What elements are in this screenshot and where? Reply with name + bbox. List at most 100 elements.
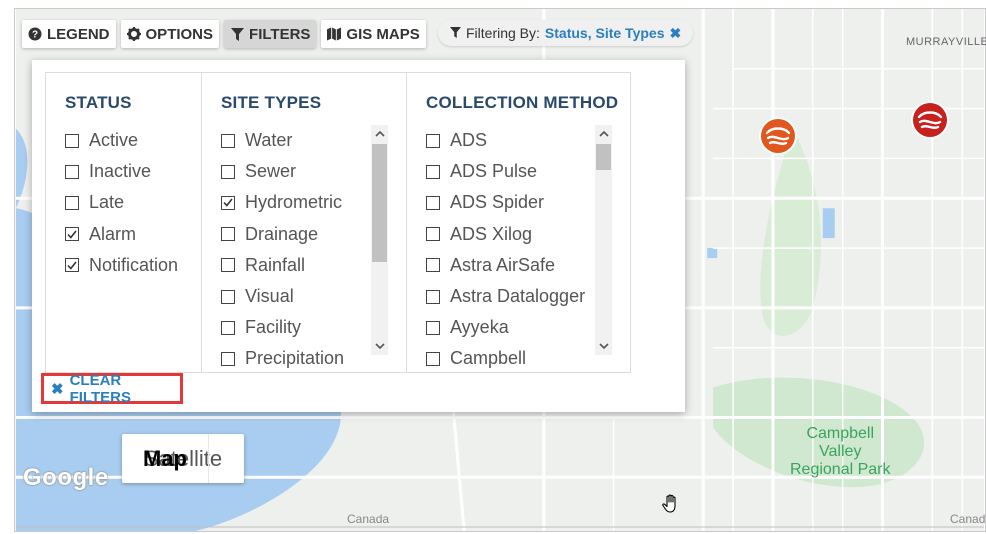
filter-option[interactable]: Ayyeka [426,312,590,343]
gis-maps-button[interactable]: GIS MAPS [321,20,426,48]
check-icon [67,230,77,239]
options-label: OPTIONS [145,25,214,43]
scroll-down-icon[interactable] [595,337,612,355]
filter-option-label: Ayyeka [450,317,509,338]
collection-method-scrollbar[interactable] [595,125,612,355]
status-column: STATUS Active Inactive Late Alarm Notificati… [46,73,202,372]
gear-icon [126,27,141,41]
checkbox-checked[interactable] [65,258,79,273]
checkbox-checked[interactable] [65,227,79,242]
svg-text:?: ? [32,30,38,41]
filter-option[interactable]: ADS [426,125,590,156]
filter-option[interactable]: Alarm [65,219,201,250]
site-types-title: SITE TYPES [221,93,322,112]
filter-option-label: Campbell [450,348,527,369]
check-icon [223,198,233,208]
checkbox-unchecked[interactable] [426,164,440,179]
checkbox-unchecked[interactable] [426,227,440,242]
map-toolbar: ? LEGEND OPTIONS FILTERS GIS MAPS [22,20,426,48]
filter-option-label: Drainage [245,223,319,244]
filter-option[interactable]: ADS Spider [426,187,590,218]
checkbox-unchecked[interactable] [221,227,235,242]
map-type-control: Map Satellite [122,434,244,483]
collection-method-column: COLLECTION METHOD ADS ADS Pulse ADS Spider… [407,73,630,372]
active-filters-pill[interactable]: Filtering By: Status, Site Types ✖ [438,20,694,46]
filter-option-label: Facility [245,317,302,338]
hand-cursor-icon [662,494,676,513]
checkbox-unchecked[interactable] [221,133,235,148]
status-title: STATUS [65,93,132,112]
collection-method-list[interactable]: ADS ADS Pulse ADS Spider ADS Xilog Astra Air… [426,125,590,372]
filter-option-label: ADS Pulse [450,161,538,182]
filter-option-label: Astra Datalogger [450,286,586,307]
filter-option-label: ADS Spider [450,192,545,213]
checkbox-unchecked[interactable] [426,351,440,366]
checkbox-unchecked[interactable] [65,195,79,210]
checkbox-unchecked[interactable] [426,289,440,304]
legend-button[interactable]: ? LEGEND [22,20,116,48]
filtering-by-label: Filtering By: [466,25,540,41]
collection-method-scroll-thumb[interactable] [596,144,611,170]
filter-option-label: ADS [450,130,488,151]
filter-option[interactable]: Facility [221,312,366,343]
filter-option[interactable]: Water [221,125,366,156]
checkbox-unchecked[interactable] [426,320,440,335]
site-types-scrollbar[interactable] [371,125,388,355]
site-marker-red[interactable] [910,100,950,140]
checkbox-unchecked[interactable] [426,195,440,210]
filter-option-label: Inactive [89,161,152,182]
checkbox-unchecked[interactable] [221,289,235,304]
checkbox-unchecked[interactable] [221,351,235,366]
checkbox-checked[interactable] [221,195,235,210]
scroll-up-icon[interactable] [595,125,612,143]
filter-option[interactable]: Precipitation [221,343,366,372]
filters-label: FILTERS [249,25,311,43]
filter-option[interactable]: ADS Xilog [426,219,590,250]
filter-option-label: Water [245,130,293,151]
scroll-down-icon[interactable] [371,337,388,355]
country-label-right: Canad [950,512,986,526]
map-type-map-button[interactable]: Map [122,434,209,483]
checkbox-unchecked[interactable] [65,164,79,179]
filters-button[interactable]: FILTERS [224,20,317,48]
filter-option[interactable]: Hydrometric [221,187,366,218]
country-label-left: Canada [347,512,390,526]
filter-option-label: Rainfall [245,254,306,275]
scroll-up-icon[interactable] [371,125,388,143]
gis-maps-label: GIS MAPS [346,25,420,43]
filter-option[interactable]: Notification [65,250,201,281]
status-list: Active Inactive Late Alarm Notification [65,125,201,372]
site-types-list[interactable]: Water Sewer Hydrometric Drainage Rainfall Vis… [221,125,366,372]
map-icon [327,27,342,41]
filter-option[interactable]: Inactive [65,156,201,187]
google-logo: Google [23,464,109,491]
checkbox-unchecked[interactable] [426,258,440,273]
clear-filters-label: CLEAR FILTERS [69,371,131,406]
town-label: MURRAYVILLE [906,36,986,48]
filter-option[interactable]: Astra Datalogger [426,281,590,312]
filter-option[interactable]: Visual [221,281,366,312]
filter-option[interactable]: Astra AirSafe [426,250,590,281]
checkbox-unchecked[interactable] [221,164,235,179]
checkbox-unchecked[interactable] [221,320,235,335]
options-button[interactable]: OPTIONS [120,20,220,48]
filter-option-label: Notification [89,254,179,275]
filter-option[interactable]: Sewer [221,156,366,187]
remove-filters-icon[interactable]: ✖ [669,25,681,42]
filter-option[interactable]: Drainage [221,219,366,250]
checkbox-unchecked[interactable] [65,133,79,148]
filter-option[interactable]: Rainfall [221,250,366,281]
checkbox-unchecked[interactable] [221,258,235,273]
filter-columns: STATUS Active Inactive Late Alarm Notificati… [45,72,631,373]
filter-option[interactable]: ADS Pulse [426,156,590,187]
legend-label: LEGEND [47,25,110,43]
funnel-icon [230,27,244,41]
filter-option[interactable]: Late [65,187,201,218]
site-types-scroll-thumb[interactable] [372,144,387,262]
clear-filters-button[interactable]: ✖ CLEAR FILTERS [41,371,183,406]
site-marker-orange[interactable] [758,116,798,156]
filter-option[interactable]: Active [65,125,201,156]
checkbox-unchecked[interactable] [426,133,440,148]
filter-option-label: Astra AirSafe [450,254,556,275]
filter-option[interactable]: Campbell [426,343,590,372]
